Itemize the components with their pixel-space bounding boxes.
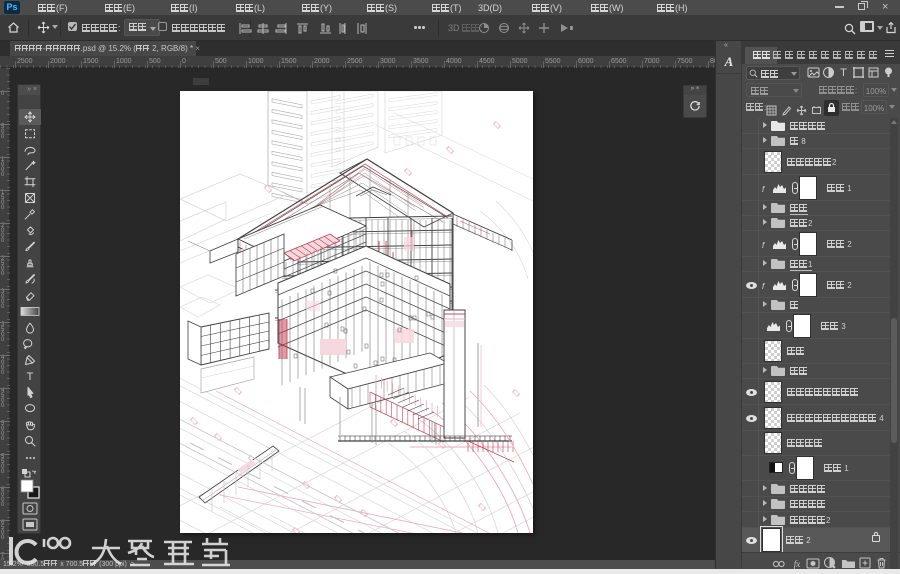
svg-text:T: T bbox=[840, 67, 847, 79]
svg-text:T: T bbox=[27, 371, 34, 383]
svg-text:fx: fx bbox=[794, 559, 801, 569]
